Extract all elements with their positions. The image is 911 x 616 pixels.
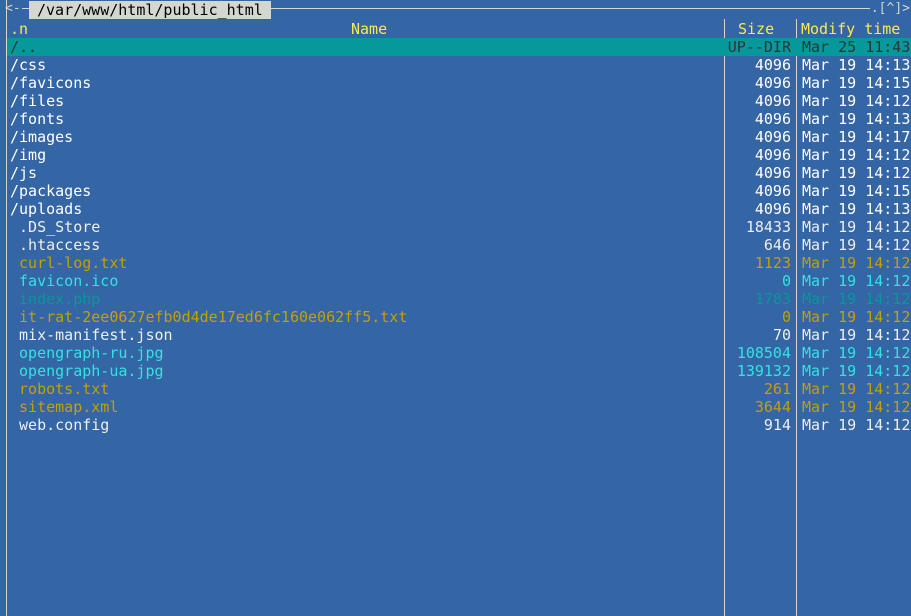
file-size: 4096 — [754, 56, 791, 74]
file-modify-time: Mar 19 14:12 — [802, 218, 911, 236]
file-name: index.php — [10, 290, 101, 308]
file-modify-time: Mar 19 14:12 — [802, 380, 911, 398]
file-modify-time: Mar 19 14:12 — [802, 344, 911, 362]
file-row[interactable]: web.config 914 Mar 19 14:12 — [7, 416, 911, 434]
file-row[interactable]: /packages 4096 Mar 19 14:15 — [7, 182, 911, 200]
file-row[interactable]: /css 4096 Mar 19 14:13 — [7, 56, 911, 74]
file-name: /fonts — [10, 110, 65, 128]
file-name: mix-manifest.json — [10, 326, 173, 344]
file-modify-time: Mar 19 14:12 — [802, 416, 911, 434]
file-name: .DS_Store — [10, 218, 101, 236]
file-size: 4096 — [754, 146, 791, 164]
file-row[interactable]: it-rat-2ee0627efb0d4de17ed6fc160e062ff5.… — [7, 308, 911, 326]
file-row[interactable]: /favicons 4096 Mar 19 14:15 — [7, 74, 911, 92]
file-modify-time: Mar 19 14:12 — [802, 290, 911, 308]
file-name: /favicons — [10, 74, 92, 92]
file-row[interactable]: /files 4096 Mar 19 14:12 — [7, 92, 911, 110]
file-modify-time: Mar 19 14:15 — [802, 182, 911, 200]
file-size: 4096 — [754, 74, 791, 92]
file-row[interactable]: /images 4096 Mar 19 14:17 — [7, 128, 911, 146]
file-name: .htaccess — [10, 236, 101, 254]
file-row[interactable]: sitemap.xml 3644 Mar 19 14:12 — [7, 398, 911, 416]
file-name: favicon.ico — [10, 272, 119, 290]
file-name: curl-log.txt — [10, 254, 128, 272]
file-size: 4096 — [754, 164, 791, 182]
file-modify-time: Mar 19 14:12 — [802, 308, 911, 326]
file-name: /uploads — [10, 200, 83, 218]
file-size: 4096 — [754, 182, 791, 200]
file-row[interactable]: /fonts 4096 Mar 19 14:13 — [7, 110, 911, 128]
file-modify-time: Mar 19 14:12 — [802, 254, 911, 272]
file-size: 70 — [772, 326, 791, 344]
file-size: 1783 — [754, 290, 791, 308]
file-row[interactable]: index.php 1783 Mar 19 14:12 — [7, 290, 911, 308]
current-path: /var/www/html/public_html — [29, 1, 271, 19]
file-size: UP--DIR — [727, 38, 791, 56]
file-size: 108504 — [736, 344, 791, 362]
file-name: opengraph-ua.jpg — [10, 362, 164, 380]
panel-right-corner[interactable]: .[^]> — [869, 0, 911, 18]
file-row[interactable]: opengraph-ua.jpg 139132 Mar 19 14:12 — [7, 362, 911, 380]
file-modify-time: Mar 19 14:12 — [802, 272, 911, 290]
file-name: sitemap.xml — [10, 398, 119, 416]
file-size: 646 — [763, 236, 791, 254]
file-size: 261 — [763, 380, 791, 398]
file-modify-time: Mar 19 14:17 — [802, 128, 911, 146]
file-modify-time: Mar 19 14:13 — [802, 200, 911, 218]
file-row[interactable]: /js 4096 Mar 19 14:12 — [7, 164, 911, 182]
file-name: opengraph-ru.jpg — [10, 344, 164, 362]
file-row[interactable]: /img 4096 Mar 19 14:12 — [7, 146, 911, 164]
file-row[interactable]: .DS_Store 18433 Mar 19 14:12 — [7, 218, 911, 236]
file-modify-time: Mar 19 14:13 — [802, 56, 911, 74]
file-modify-time: Mar 19 14:12 — [802, 164, 911, 182]
file-name: /.. — [10, 38, 38, 56]
file-size: 4096 — [754, 110, 791, 128]
column-header-size[interactable]: Size — [738, 20, 774, 38]
file-name: /css — [10, 56, 47, 74]
file-row-parent-dir[interactable]: /.. UP--DIR Mar 25 11:43 — [7, 38, 911, 56]
file-row[interactable]: favicon.ico 0 Mar 19 14:12 — [7, 272, 911, 290]
file-size: 4096 — [754, 92, 791, 110]
file-modify-time: Mar 25 11:43 — [802, 38, 911, 56]
file-panel: <- /var/www/html/public_html .[^]> .n Na… — [0, 0, 911, 616]
file-size: 18433 — [745, 218, 791, 236]
file-modify-time: Mar 19 14:12 — [802, 398, 911, 416]
file-row[interactable]: mix-manifest.json 70 Mar 19 14:12 — [7, 326, 911, 344]
file-row[interactable]: robots.txt 261 Mar 19 14:12 — [7, 380, 911, 398]
file-row[interactable]: curl-log.txt 1123 Mar 19 14:12 — [7, 254, 911, 272]
file-modify-time: Mar 19 14:12 — [802, 362, 911, 380]
file-name: /img — [10, 146, 47, 164]
file-row[interactable]: .htaccess 646 Mar 19 14:12 — [7, 236, 911, 254]
sort-indicator[interactable]: .n — [10, 20, 28, 38]
file-size: 914 — [763, 416, 791, 434]
file-modify-time: Mar 19 14:12 — [802, 92, 911, 110]
file-size: 0 — [781, 272, 791, 290]
file-size: 4096 — [754, 128, 791, 146]
file-modify-time: Mar 19 14:12 — [802, 326, 911, 344]
file-name: /files — [10, 92, 65, 110]
file-size: 1123 — [754, 254, 791, 272]
file-row[interactable]: opengraph-ru.jpg 108504 Mar 19 14:12 — [7, 344, 911, 362]
file-name: /js — [10, 164, 38, 182]
file-size: 0 — [781, 308, 791, 326]
file-name: web.config — [10, 416, 110, 434]
column-header-name[interactable]: Name — [351, 20, 387, 38]
file-row[interactable]: /uploads 4096 Mar 19 14:13 — [7, 200, 911, 218]
file-name: robots.txt — [10, 380, 110, 398]
file-size: 139132 — [736, 362, 791, 380]
file-modify-time: Mar 19 14:15 — [802, 74, 911, 92]
file-size: 3644 — [754, 398, 791, 416]
column-header-time[interactable]: Modify time — [801, 20, 900, 38]
file-size: 4096 — [754, 200, 791, 218]
file-name: it-rat-2ee0627efb0d4de17ed6fc160e062ff5.… — [10, 308, 408, 326]
file-modify-time: Mar 19 14:12 — [802, 146, 911, 164]
file-name: /images — [10, 128, 74, 146]
file-modify-time: Mar 19 14:12 — [802, 236, 911, 254]
file-modify-time: Mar 19 14:13 — [802, 110, 911, 128]
file-name: /packages — [10, 182, 92, 200]
